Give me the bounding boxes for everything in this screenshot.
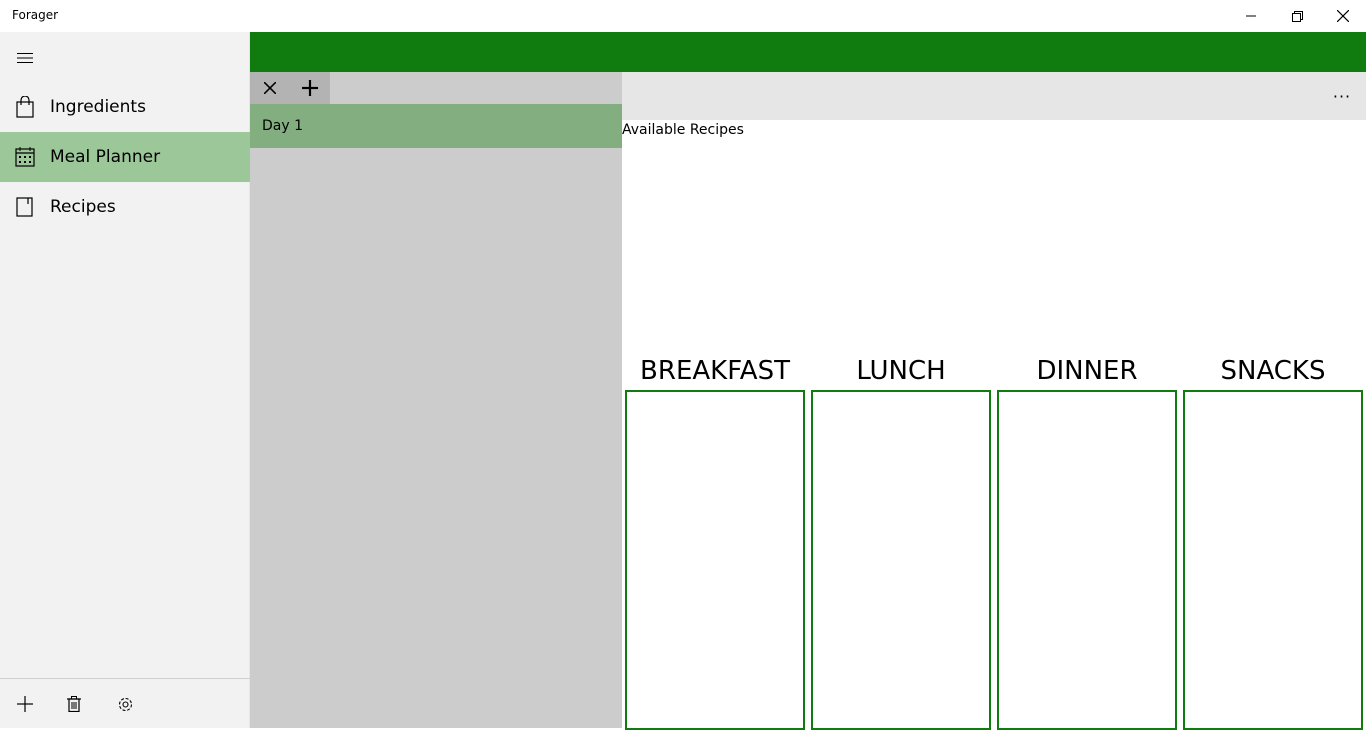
delete-button[interactable] (49, 679, 99, 729)
meal-title: LUNCH (856, 356, 946, 386)
meal-title: SNACKS (1220, 356, 1326, 386)
meal-column-snacks: SNACKS (1183, 352, 1363, 730)
shopping-bag-icon (0, 82, 50, 132)
meal-column-lunch: LUNCH (811, 352, 991, 730)
meal-drop-area[interactable] (1183, 390, 1363, 730)
close-button[interactable] (1320, 0, 1366, 32)
app-title: Forager (12, 8, 59, 22)
day-list-item[interactable]: Day 1 (250, 104, 622, 148)
nav-item-recipes[interactable]: Recipes (0, 182, 250, 232)
days-list-pane: Day 1 (250, 72, 622, 728)
nav-item-meal-planner[interactable]: Meal Planner (0, 132, 250, 182)
minimize-icon (1246, 15, 1256, 17)
meal-drop-area[interactable] (625, 390, 805, 730)
meal-title: BREAKFAST (640, 356, 790, 386)
meal-column-dinner: DINNER (997, 352, 1177, 730)
days-toolbar (250, 72, 330, 104)
restore-button[interactable] (1274, 0, 1320, 32)
add-button[interactable] (0, 679, 50, 729)
title-bar: Forager (0, 0, 1366, 32)
meal-drop-area[interactable] (997, 390, 1177, 730)
calendar-icon (0, 132, 50, 182)
command-bar: ··· (622, 72, 1366, 120)
close-icon (264, 82, 276, 94)
delete-icon (67, 696, 81, 712)
nav-item-ingredients[interactable]: Ingredients (0, 82, 250, 132)
nav-item-label: Meal Planner (50, 147, 161, 167)
book-icon (0, 182, 50, 232)
nav-item-label: Ingredients (50, 97, 146, 117)
add-day-button[interactable] (290, 72, 330, 104)
navigation-pane: Ingredients Meal Planner Recipes (0, 32, 250, 728)
settings-button[interactable] (100, 679, 150, 729)
restore-icon (1291, 10, 1303, 22)
minimize-button[interactable] (1228, 0, 1274, 32)
add-icon (302, 80, 318, 96)
close-icon (1337, 10, 1349, 22)
settings-icon (118, 697, 132, 711)
header-band (250, 32, 1366, 72)
hamburger-icon (17, 53, 33, 63)
day-label: Day 1 (262, 118, 304, 134)
meal-drop-area[interactable] (811, 390, 991, 730)
nav-bottom-toolbar (0, 678, 250, 728)
add-icon (17, 696, 33, 712)
more-options-button[interactable]: ··· (1326, 80, 1358, 112)
meal-column-breakfast: BREAKFAST (625, 352, 805, 730)
available-recipes-label: Available Recipes (622, 122, 744, 138)
remove-day-button[interactable] (250, 72, 290, 104)
meal-title: DINNER (1036, 356, 1138, 386)
more-icon: ··· (1332, 86, 1352, 106)
hamburger-button[interactable] (0, 38, 50, 78)
nav-item-label: Recipes (50, 197, 116, 217)
